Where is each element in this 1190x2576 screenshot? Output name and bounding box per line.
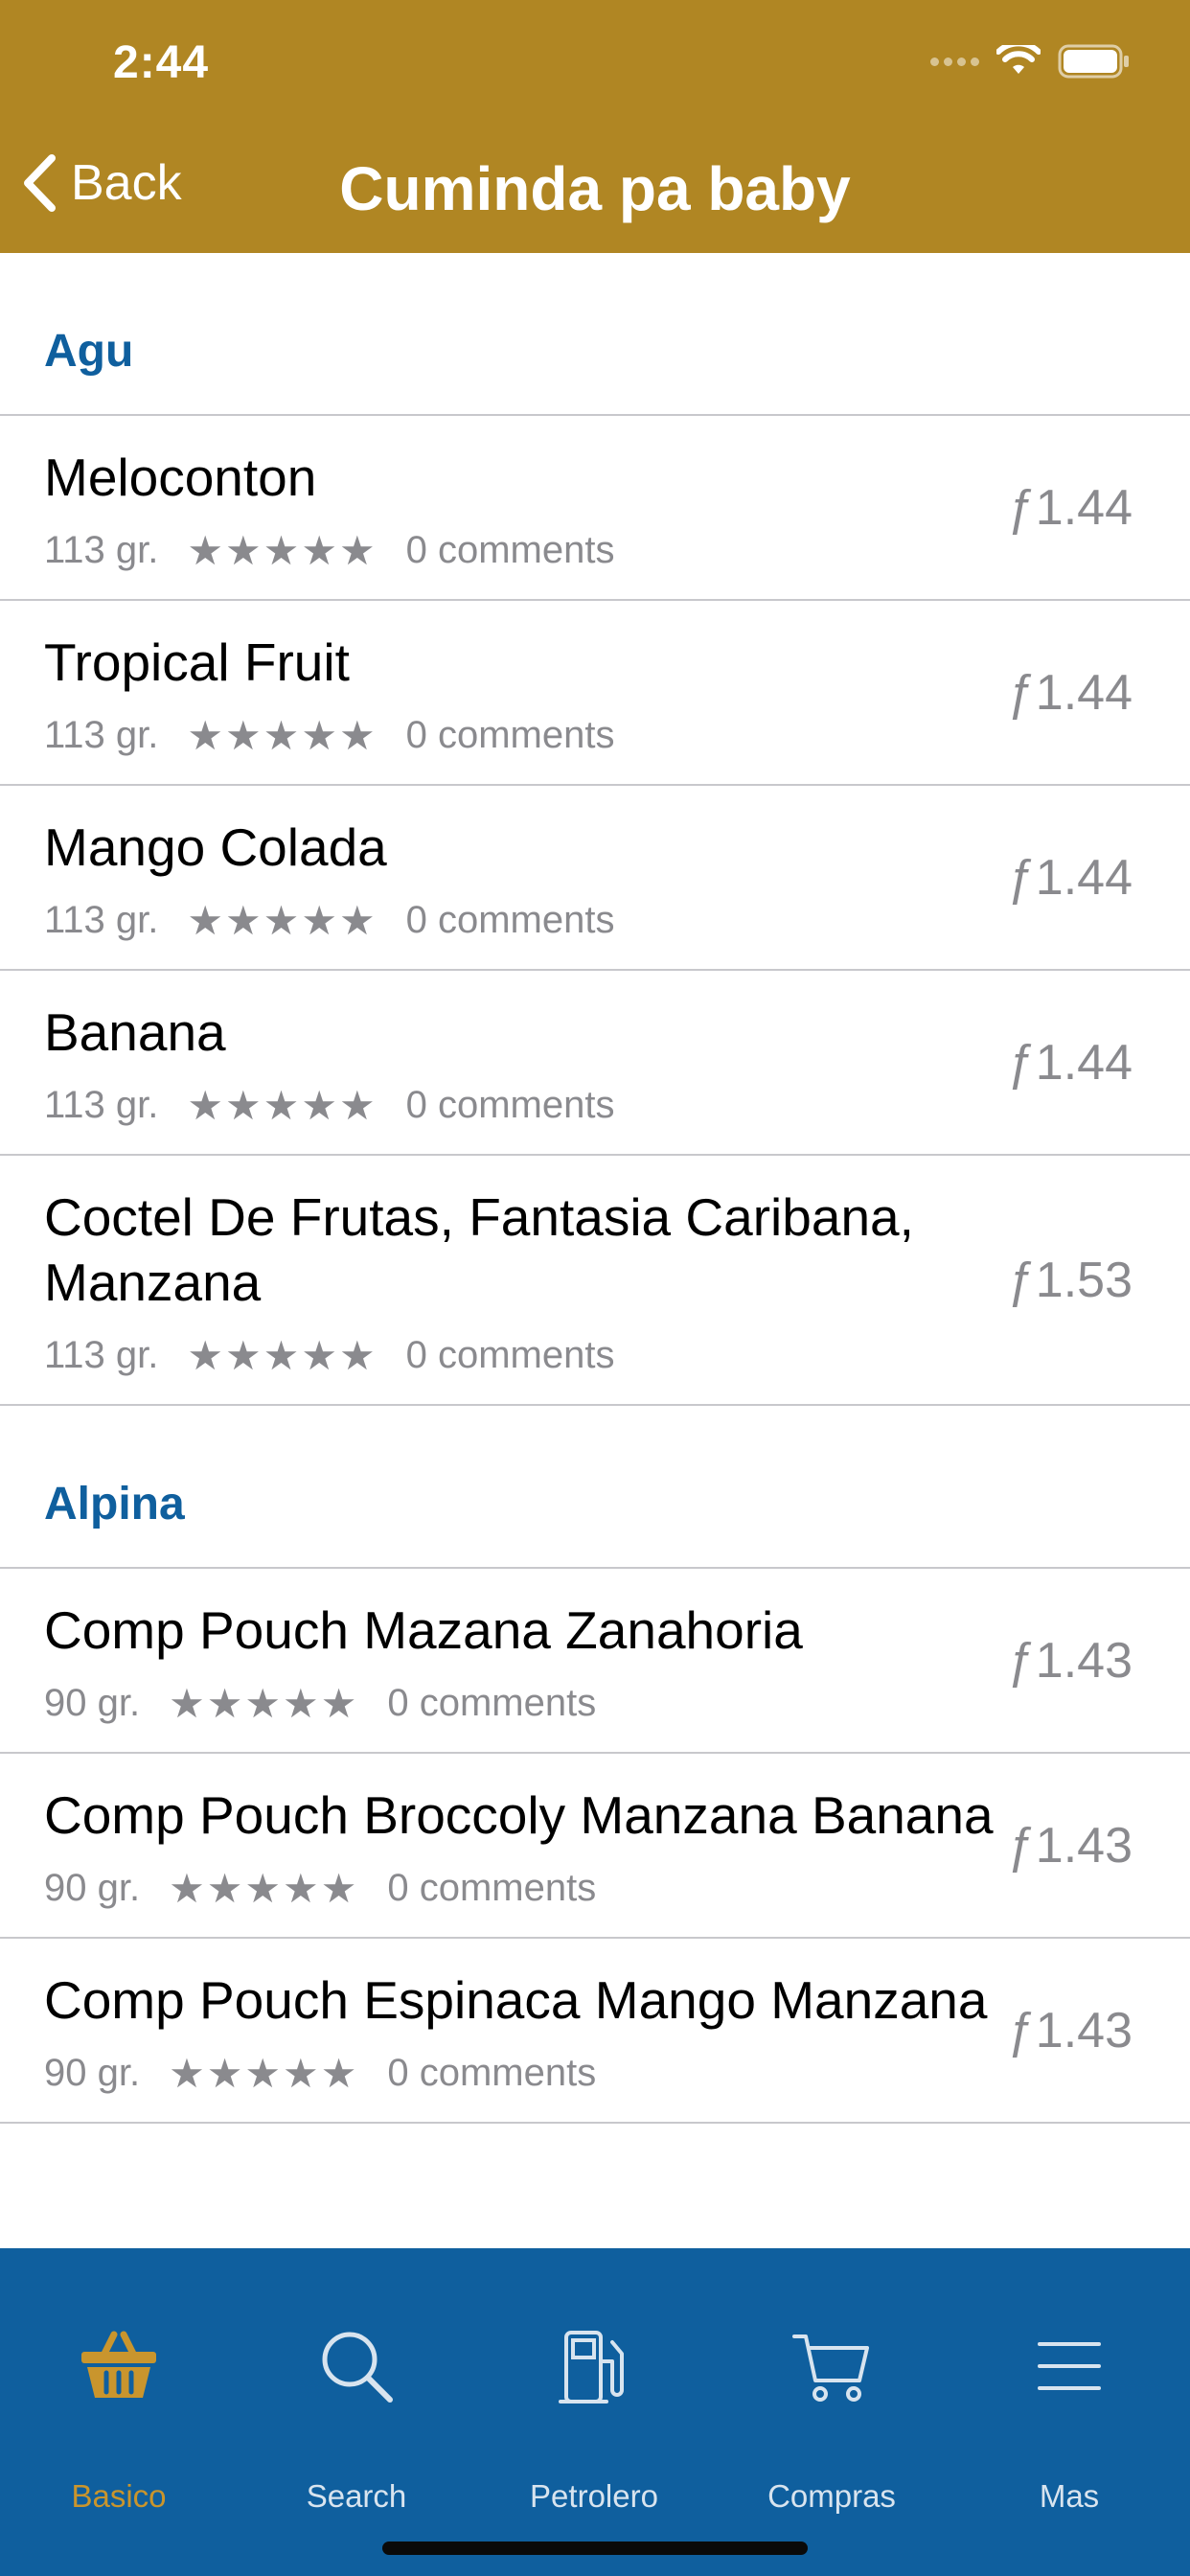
wifi-icon: [996, 45, 1041, 74]
product-weight: 113 gr.: [44, 1334, 159, 1376]
product-row[interactable]: Mango Colada 113 gr. ★★★★★ 0 comments ƒ1…: [0, 786, 1190, 971]
product-name: Tropical Fruit: [44, 632, 350, 692]
comments-count: 0 comments: [405, 529, 615, 571]
product-meta: 90 gr. ★★★★★ 0 comments: [44, 2050, 998, 2097]
basket-icon: [81, 2331, 156, 2398]
comments-count: 0 comments: [387, 1867, 597, 1909]
product-name: Meloconton: [44, 448, 317, 507]
comments-count: 0 comments: [387, 1682, 597, 1724]
product-list[interactable]: Agu Meloconton 113 gr. ★★★★★ 0 comments …: [0, 253, 1190, 2248]
product-weight: 90 gr.: [44, 1682, 141, 1724]
product-row[interactable]: Coctel De Frutas, Fantasia Caribana, Man…: [0, 1156, 1190, 1406]
product-name: Coctel De Frutas, Fantasia Caribana, Man…: [44, 1187, 914, 1312]
section-alpina: Alpina Comp Pouch Mazana Zanahoria 90 gr…: [0, 1406, 1190, 2124]
tab-basico[interactable]: Basico: [0, 2248, 238, 2576]
tab-label: Mas: [1039, 2478, 1100, 2514]
product-name: Comp Pouch Espinaca Mango Manzana: [44, 1970, 988, 2030]
tab-label: Basico: [71, 2478, 167, 2514]
battery-icon: [1058, 44, 1129, 79]
star-rating-icon: ★★★★★: [187, 898, 378, 943]
section-title: Agu: [44, 326, 134, 377]
tab-search[interactable]: Search: [238, 2248, 475, 2576]
menu-icon: [1038, 2342, 1101, 2390]
star-rating-icon: ★★★★★: [187, 528, 378, 573]
tab-label: Search: [306, 2478, 407, 2514]
product-name: Banana: [44, 1002, 226, 1062]
tab-compras[interactable]: Compras: [713, 2248, 950, 2576]
section-agu: Agu Meloconton 113 gr. ★★★★★ 0 comments …: [0, 253, 1190, 1406]
product-meta: 113 gr. ★★★★★ 0 comments: [44, 897, 998, 944]
product-meta: 113 gr. ★★★★★ 0 comments: [44, 1332, 998, 1379]
product-row[interactable]: Meloconton 113 gr. ★★★★★ 0 comments ƒ1.4…: [0, 416, 1190, 601]
product-price: ƒ1.44: [1007, 664, 1133, 721]
cart-icon: [792, 2334, 869, 2402]
cellular-signal-icon: [930, 57, 979, 66]
product-meta: 90 gr. ★★★★★ 0 comments: [44, 1680, 998, 1727]
product-price: ƒ1.44: [1007, 849, 1133, 906]
product-weight: 113 gr.: [44, 714, 159, 756]
fuel-pump-icon: [559, 2331, 624, 2404]
product-meta: 113 gr. ★★★★★ 0 comments: [44, 527, 998, 574]
product-meta: 90 gr. ★★★★★ 0 comments: [44, 1865, 998, 1912]
product-row[interactable]: Banana 113 gr. ★★★★★ 0 comments ƒ1.44: [0, 971, 1190, 1156]
section-title: Alpina: [44, 1479, 185, 1530]
product-name: Comp Pouch Mazana Zanahoria: [44, 1600, 803, 1660]
page-title: Cuminda pa baby: [339, 154, 851, 223]
tab-label: Petrolero: [530, 2478, 658, 2514]
product-row[interactable]: Comp Pouch Broccoly Manzana Banana 90 gr…: [0, 1754, 1190, 1939]
product-row[interactable]: Comp Pouch Mazana Zanahoria 90 gr. ★★★★★…: [0, 1569, 1190, 1754]
navigation-header: 2:44 Back Cuminda pa baby: [0, 0, 1190, 253]
comments-count: 0 comments: [405, 899, 615, 941]
tab-mas[interactable]: Mas: [950, 2248, 1188, 2576]
star-rating-icon: ★★★★★: [187, 713, 378, 758]
star-rating-icon: ★★★★★: [169, 1681, 359, 1726]
star-rating-icon: ★★★★★: [169, 2051, 359, 2096]
tab-label: Compras: [767, 2478, 896, 2514]
product-weight: 113 gr.: [44, 529, 159, 571]
product-price: ƒ1.43: [1007, 1632, 1133, 1689]
comments-count: 0 comments: [387, 2052, 597, 2094]
product-weight: 113 gr.: [44, 899, 159, 941]
tab-petrolero[interactable]: Petrolero: [475, 2248, 713, 2576]
status-time: 2:44: [113, 37, 210, 88]
star-rating-icon: ★★★★★: [187, 1333, 378, 1378]
product-price: ƒ1.43: [1007, 2002, 1133, 2058]
product-name: Comp Pouch Broccoly Manzana Banana: [44, 1785, 994, 1845]
tab-bar: Basico Search Petrolero Compras Mas: [0, 2248, 1190, 2576]
product-price: ƒ1.43: [1007, 1817, 1133, 1874]
product-name: Mango Colada: [44, 817, 387, 877]
product-price: ƒ1.53: [1007, 1252, 1133, 1308]
product-row[interactable]: Comp Pouch Espinaca Mango Manzana 90 gr.…: [0, 1939, 1190, 2124]
product-meta: 113 gr. ★★★★★ 0 comments: [44, 1082, 998, 1129]
product-price: ƒ1.44: [1007, 1034, 1133, 1091]
home-indicator: [382, 2542, 808, 2555]
product-meta: 113 gr. ★★★★★ 0 comments: [44, 712, 998, 759]
status-icons: [930, 44, 1131, 79]
comments-count: 0 comments: [405, 1084, 615, 1126]
product-weight: 90 gr.: [44, 1867, 141, 1909]
star-rating-icon: ★★★★★: [187, 1083, 378, 1128]
comments-count: 0 comments: [405, 1334, 615, 1376]
product-price: ƒ1.44: [1007, 479, 1133, 536]
product-weight: 90 gr.: [44, 2052, 141, 2094]
section-header: Alpina: [0, 1406, 1190, 1569]
star-rating-icon: ★★★★★: [169, 1866, 359, 1911]
comments-count: 0 comments: [405, 714, 615, 756]
product-row[interactable]: Tropical Fruit 113 gr. ★★★★★ 0 comments …: [0, 601, 1190, 786]
section-header: Agu: [0, 253, 1190, 416]
search-icon: [322, 2332, 393, 2403]
product-weight: 113 gr.: [44, 1084, 159, 1126]
